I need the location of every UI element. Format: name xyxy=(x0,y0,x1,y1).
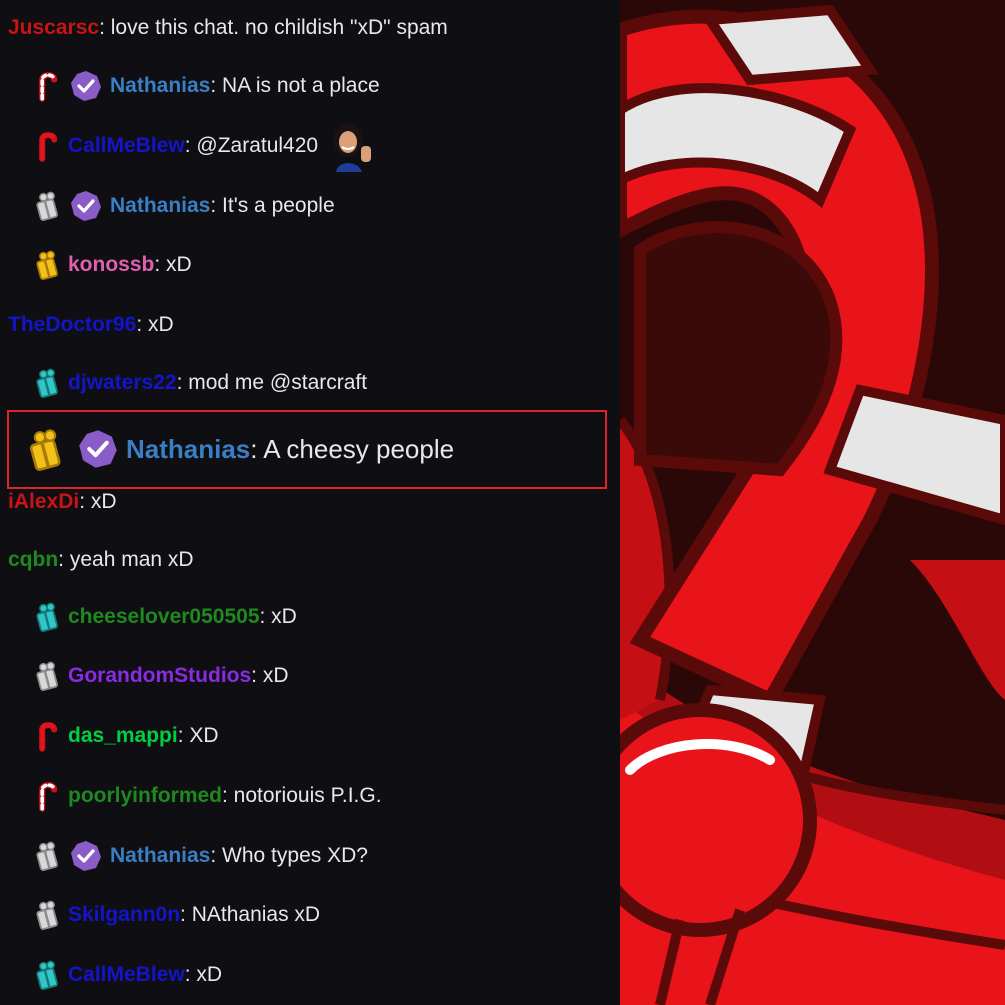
chat-username[interactable]: Skilgann0n xyxy=(68,903,180,927)
chat-message: Nathanias: NA is not a place xyxy=(0,66,620,106)
chat-message-text: : XD xyxy=(177,724,219,747)
chat-message: Juscarsc: love this chat. no childish "x… xyxy=(0,8,620,48)
chat-username[interactable]: Nathanias xyxy=(110,194,210,218)
chat-username[interactable]: Nathanias xyxy=(110,844,210,868)
gift-gold-badge-icon[interactable] xyxy=(34,248,60,282)
gift-teal-badge-icon[interactable] xyxy=(34,366,60,400)
chat-username[interactable]: cheeselover050505 xyxy=(68,605,260,629)
chat-message-text: : Who types XD? xyxy=(210,844,368,867)
message-badges xyxy=(0,600,60,634)
highlight-box xyxy=(7,410,607,489)
gift-silver-badge-icon[interactable] xyxy=(34,659,60,693)
candy-cane-red-badge-icon[interactable] xyxy=(34,719,60,753)
message-badges xyxy=(0,69,102,103)
chat-message: GorandomStudios: xD xyxy=(0,656,620,696)
chat-message: djwaters22: mod me @starcraft xyxy=(0,363,620,403)
chat-username[interactable]: CallMeBlew xyxy=(68,963,185,987)
candy-cane-logo-art xyxy=(620,0,1005,1005)
chat-username[interactable]: das_mappi xyxy=(68,724,178,748)
message-badges xyxy=(0,958,60,992)
chat-username[interactable]: Juscarsc xyxy=(8,16,99,40)
chat-message: CallMeBlew: @Zaratul420 xyxy=(0,120,620,172)
message-badges xyxy=(0,129,60,163)
verified-badge-icon[interactable] xyxy=(70,190,102,222)
chat-message-text: : It's a people xyxy=(210,194,335,217)
chat-message: CallMeBlew: xD xyxy=(0,955,620,995)
verified-badge-icon[interactable] xyxy=(70,840,102,872)
message-badges xyxy=(0,366,60,400)
chat-message: cheeselover050505: xD xyxy=(0,597,620,637)
chat-message-text: : NAthanias xD xyxy=(180,903,321,926)
gift-silver-badge-icon[interactable] xyxy=(34,898,60,932)
chat-message-text: : xD xyxy=(251,664,289,687)
chat-message-text: : NA is not a place xyxy=(210,74,380,97)
chat-message-text: : xD xyxy=(154,253,192,276)
message-badges xyxy=(0,248,60,282)
chat-username[interactable]: CallMeBlew xyxy=(68,134,185,158)
message-badges xyxy=(0,719,60,753)
gift-teal-badge-icon[interactable] xyxy=(34,958,60,992)
chat-username[interactable]: GorandomStudios xyxy=(68,664,251,688)
message-badges xyxy=(0,189,102,223)
gift-silver-badge-icon[interactable] xyxy=(34,189,60,223)
chat-username[interactable]: Nathanias xyxy=(110,74,210,98)
candy-cane-badge-icon[interactable] xyxy=(34,69,60,103)
chat-message-text: : xD xyxy=(259,605,297,628)
chat-message: Nathanias: Who types XD? xyxy=(0,836,620,876)
verified-badge-icon[interactable] xyxy=(70,70,102,102)
chat-message-text: : notoriouis P.I.G. xyxy=(222,784,382,807)
candy-cane-art-svg xyxy=(620,0,1005,1005)
chat-message-text: : yeah man xD xyxy=(58,548,194,571)
chat-message: Nathanias: It's a people xyxy=(0,186,620,226)
chat-message-text: : xD xyxy=(184,963,223,986)
chat-username[interactable]: iAlexDi xyxy=(8,490,79,514)
chat-panel: Juscarsc: love this chat. no childish "x… xyxy=(0,0,620,1005)
chat-message-text: : love this chat. no childish "xD" spam xyxy=(99,16,448,39)
chat-message-text: : mod me @starcraft xyxy=(176,371,368,394)
chat-message: cqbn: yeah man xD xyxy=(0,540,620,580)
gift-silver-badge-icon[interactable] xyxy=(34,839,60,873)
chat-message: TheDoctor96: xD xyxy=(0,305,620,345)
message-badges xyxy=(0,659,60,693)
candy-cane-red-badge-icon[interactable] xyxy=(34,129,60,163)
chat-message: konossb: xD xyxy=(0,245,620,285)
chat-username[interactable]: djwaters22 xyxy=(68,371,177,395)
chat-message-text: : xD xyxy=(79,490,117,513)
message-badges xyxy=(0,839,102,873)
gift-teal-badge-icon[interactable] xyxy=(34,600,60,634)
chat-message-text: : @Zaratul420 xyxy=(184,134,319,157)
chat-message: poorlyinformed: notoriouis P.I.G. xyxy=(0,776,620,816)
chat-message-text: : xD xyxy=(136,313,174,336)
chat-username[interactable]: poorlyinformed xyxy=(68,784,222,808)
message-badges xyxy=(0,779,60,813)
message-badges xyxy=(0,898,60,932)
chat-message: Skilgann0n: NAthanias xD xyxy=(0,895,620,935)
chat-message: das_mappi: XD xyxy=(0,716,620,756)
chat-username[interactable]: konossb xyxy=(68,253,154,277)
chat-username[interactable]: cqbn xyxy=(8,548,58,572)
candy-cane-badge-icon[interactable] xyxy=(34,779,60,813)
chat-username[interactable]: TheDoctor96 xyxy=(8,313,136,337)
waving-woman-emote xyxy=(328,120,377,172)
